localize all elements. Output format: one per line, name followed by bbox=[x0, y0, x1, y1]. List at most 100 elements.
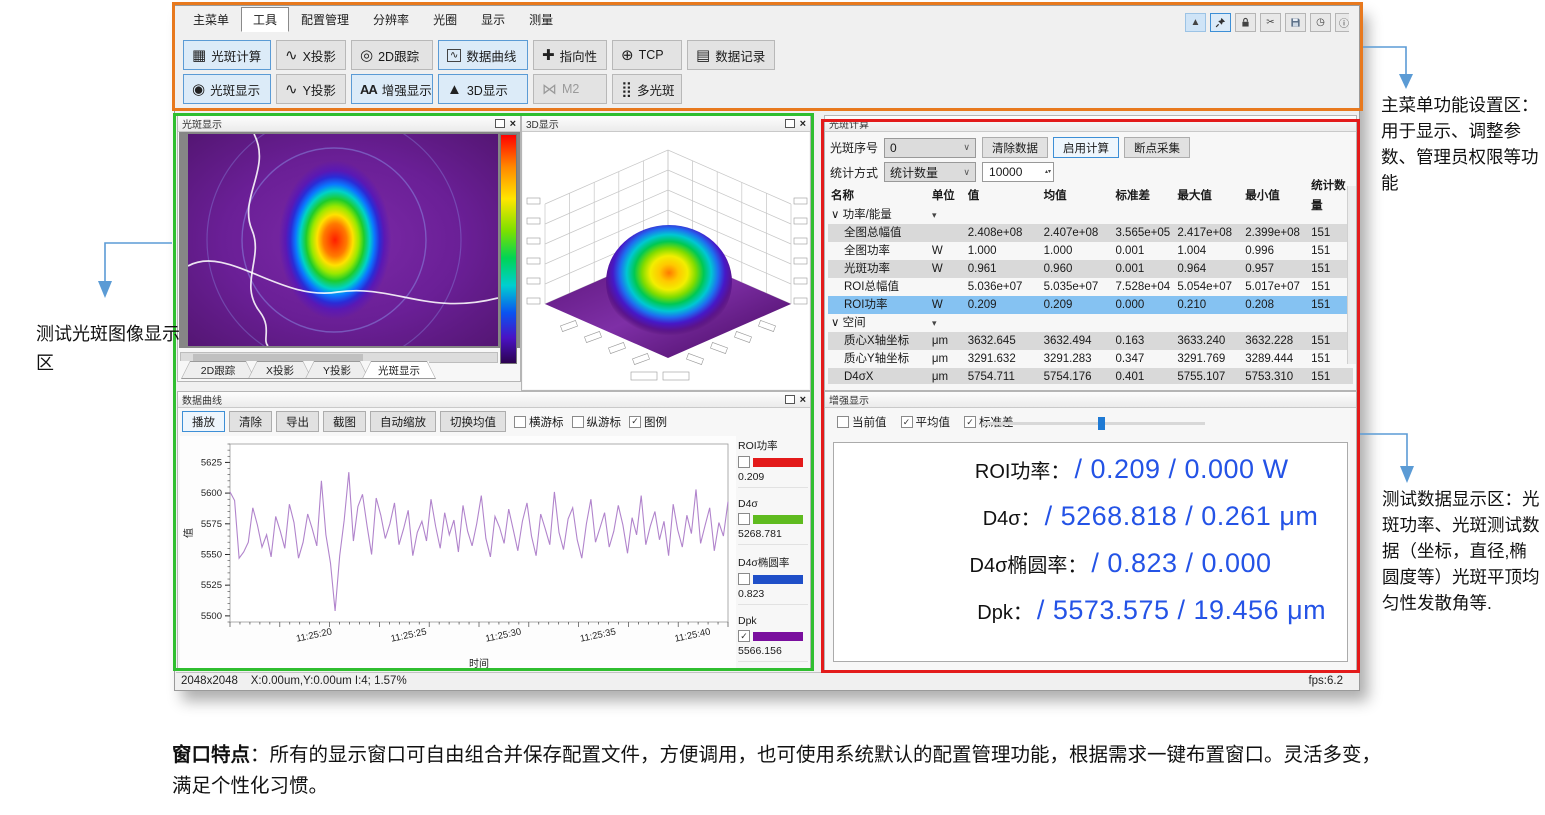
table-row-全图功率[interactable]: 全图功率W1.0001.0000.0011.0040.996151 bbox=[828, 242, 1353, 260]
stat-mode-dropdown[interactable]: 统计数量∨ bbox=[884, 162, 976, 182]
menu-tab-工具[interactable]: 工具 bbox=[241, 7, 289, 32]
table-row-全图总幅值[interactable]: 全图总幅值2.408e+082.407e+083.565e+052.417e+0… bbox=[828, 224, 1353, 242]
spot-tab-光斑显示[interactable]: 光斑显示 bbox=[362, 361, 436, 379]
toolbar-button-X投影[interactable]: ∿X投影 bbox=[276, 40, 346, 70]
enhance-checkbox-平均值[interactable]: ✓平均值 bbox=[901, 414, 951, 430]
float-window-icon[interactable] bbox=[495, 119, 505, 128]
toolbar-button-M2[interactable]: ⋈M2 bbox=[533, 74, 607, 104]
legend-checkbox[interactable] bbox=[738, 456, 750, 468]
curve-button-截图[interactable]: 截图 bbox=[323, 411, 366, 432]
toolbar-button-增强显示[interactable]: AA增强显示 bbox=[351, 74, 433, 104]
calc-button-清除数据[interactable]: 清除数据 bbox=[982, 137, 1048, 158]
calc-button-启用计算[interactable]: 启用计算 bbox=[1053, 137, 1119, 158]
menu-tab-主菜单[interactable]: 主菜单 bbox=[181, 7, 241, 32]
spinner-arrows-icon[interactable]: ▴▾ bbox=[1045, 170, 1051, 175]
menu-tab-分辨率[interactable]: 分辨率 bbox=[361, 7, 421, 32]
table-group-空间[interactable]: ∨ 空间▾ bbox=[828, 314, 1353, 332]
display-3d-icon: ▲ bbox=[447, 82, 462, 97]
beam-spot-image[interactable] bbox=[188, 134, 498, 346]
threed-plot-area[interactable] bbox=[523, 132, 809, 389]
tracking-2d-icon: ◎ bbox=[360, 48, 373, 63]
column-header-均值: 均值 bbox=[1044, 186, 1116, 206]
curve-toolbar: 播放清除导出截图自动缩放切换均值横游标纵游标 ✓图例 bbox=[182, 411, 667, 432]
float-window-icon[interactable] bbox=[785, 119, 795, 128]
toolbar-button-指向性[interactable]: ✚指向性 bbox=[533, 40, 607, 70]
spot-no-label: 光斑序号 bbox=[830, 139, 878, 156]
toolbar-button-2D跟踪[interactable]: ◎ 2D跟踪 bbox=[351, 40, 433, 70]
toolbar-button-label: 光斑显示 bbox=[210, 80, 260, 99]
toolbar-button-光斑显示[interactable]: ◉光斑显示 bbox=[183, 74, 271, 104]
svg-text:11:25:35: 11:25:35 bbox=[579, 626, 617, 644]
footer-caption-rest: ：所有的显示窗口可自由组合并保存配置文件，方便调用，也可使用系统默认的配置管理功… bbox=[172, 744, 1381, 797]
cut-icon[interactable]: ✂ bbox=[1260, 13, 1281, 32]
app-window: 主菜单工具配置管理分辨率光圈显示测量 ▲ ✂ ◷ ⓘ ▦光斑计算∿X投影◎2D跟… bbox=[174, 5, 1360, 691]
table-row-D4σX[interactable]: D4σXμm5754.7115754.1760.4015755.1075753.… bbox=[828, 368, 1353, 384]
table-row-质心X轴坐标[interactable]: 质心X轴坐标μm3632.6453632.4940.1633633.240363… bbox=[828, 332, 1353, 350]
toolbar-button-3D显示[interactable]: ▲ 3D显示 bbox=[438, 74, 528, 104]
toolbar-button-光斑计算[interactable]: ▦光斑计算 bbox=[183, 40, 271, 70]
menu-tab-配置管理[interactable]: 配置管理 bbox=[289, 7, 361, 32]
vertical-scrollbar[interactable] bbox=[1347, 186, 1356, 364]
toolbar-button-Y投影[interactable]: ∿Y投影 bbox=[276, 74, 346, 104]
toolbar-button-数据曲线[interactable]: ∿数据曲线 bbox=[438, 40, 528, 70]
toolbar-row-1: ▦光斑计算∿X投影 ◎ 2D跟踪 ∿数据曲线✚指向性⊕TCP▤数据记录 bbox=[183, 40, 775, 70]
menu-tab-光圈[interactable]: 光圈 bbox=[421, 7, 469, 32]
toolbar-button-label: 指向性 bbox=[560, 46, 598, 65]
table-row-ROI功率[interactable]: ROI功率W0.2090.2090.0000.2100.208151 bbox=[828, 296, 1353, 314]
legend-checkbox[interactable] bbox=[738, 573, 750, 585]
close-icon[interactable]: × bbox=[510, 119, 516, 129]
toolbar-button-多光斑[interactable]: ⣿多光斑 bbox=[612, 74, 682, 104]
enhance-checkbox-当前值[interactable]: 当前值 bbox=[837, 414, 887, 430]
column-header-最小值: 最小值 bbox=[1245, 186, 1311, 206]
chevron-down-icon: ∨ bbox=[963, 142, 970, 153]
spot-tab-X投影[interactable]: X投影 bbox=[248, 361, 312, 379]
curve-checkbox-纵游标[interactable]: 纵游标 bbox=[572, 414, 622, 430]
legend-checkbox[interactable]: ✓ bbox=[738, 630, 750, 642]
curve-button-导出[interactable]: 导出 bbox=[276, 411, 319, 432]
spot-tab-Y投影[interactable]: Y投影 bbox=[305, 361, 369, 379]
font-size-slider[interactable] bbox=[982, 422, 1205, 425]
float-window-icon[interactable] bbox=[785, 395, 795, 404]
svg-text:11:25:40: 11:25:40 bbox=[674, 626, 712, 644]
legend-color-bar bbox=[753, 458, 803, 467]
curve-button-切换均值[interactable]: 切换均值 bbox=[440, 411, 506, 432]
spot-tab-2D跟踪[interactable]: 2D跟踪 bbox=[181, 361, 255, 379]
toolbar-button-label: 3D显示 bbox=[467, 80, 508, 99]
beam-contour-overlay bbox=[188, 134, 498, 346]
stat-count-spinner[interactable]: 10000▴▾ bbox=[982, 162, 1054, 182]
svg-text:5600: 5600 bbox=[201, 488, 222, 499]
calc-button-断点采集[interactable]: 断点采集 bbox=[1124, 137, 1190, 158]
info-icon[interactable]: ⓘ bbox=[1335, 13, 1349, 32]
close-icon[interactable]: × bbox=[800, 395, 806, 405]
menu-tab-显示[interactable]: 显示 bbox=[469, 7, 517, 32]
table-row-质心Y轴坐标[interactable]: 质心Y轴坐标μm3291.6323291.2830.3473291.769328… bbox=[828, 350, 1353, 368]
legend-item-Dpk: Dpk✓5566.156 bbox=[738, 615, 808, 662]
table-row-ROI总幅值[interactable]: ROI总幅值5.036e+075.035e+077.528e+045.054e+… bbox=[828, 278, 1353, 296]
history-icon[interactable]: ◷ bbox=[1310, 13, 1331, 32]
curve-button-清除[interactable]: 清除 bbox=[229, 411, 272, 432]
x-projection-icon: ∿ bbox=[285, 48, 298, 63]
pin-icon[interactable] bbox=[1210, 13, 1231, 32]
close-icon[interactable]: × bbox=[800, 119, 806, 129]
table-row-光斑功率[interactable]: 光斑功率W0.9610.9600.0010.9640.957151 bbox=[828, 260, 1353, 278]
curve-checkbox-横游标[interactable]: 横游标 bbox=[514, 414, 564, 430]
save-icon[interactable] bbox=[1285, 13, 1306, 32]
curve-panel-titlebar: 数据曲线 × bbox=[178, 392, 810, 408]
menu-tab-测量[interactable]: 测量 bbox=[517, 7, 565, 32]
toolbar-button-数据记录[interactable]: ▤数据记录 bbox=[687, 40, 775, 70]
toolbar-button-TCP[interactable]: ⊕TCP bbox=[612, 40, 682, 70]
table-group-功率/能量[interactable]: ∨ 功率/能量▾ bbox=[828, 206, 1353, 224]
toolbar-button-label: 2D跟踪 bbox=[378, 46, 419, 65]
readout-D4σ：: D4σ：/ 5268.818 / 0.261 μm bbox=[834, 501, 1347, 547]
lock-icon[interactable] bbox=[1235, 13, 1256, 32]
svg-text:5525: 5525 bbox=[201, 580, 222, 591]
legend-checkbox[interactable] bbox=[738, 513, 750, 525]
curve-button-播放[interactable]: 播放 bbox=[182, 411, 225, 432]
multi-spot-icon: ⣿ bbox=[621, 82, 632, 97]
collapse-icon[interactable]: ▲ bbox=[1185, 13, 1206, 32]
slider-handle[interactable] bbox=[1098, 417, 1105, 430]
spot-no-dropdown[interactable]: 0∨ bbox=[884, 138, 976, 158]
svg-text:时间: 时间 bbox=[469, 657, 489, 670]
curve-button-自动缩放[interactable]: 自动缩放 bbox=[370, 411, 436, 432]
curve-checkbox-图例[interactable]: ✓图例 bbox=[629, 414, 667, 430]
